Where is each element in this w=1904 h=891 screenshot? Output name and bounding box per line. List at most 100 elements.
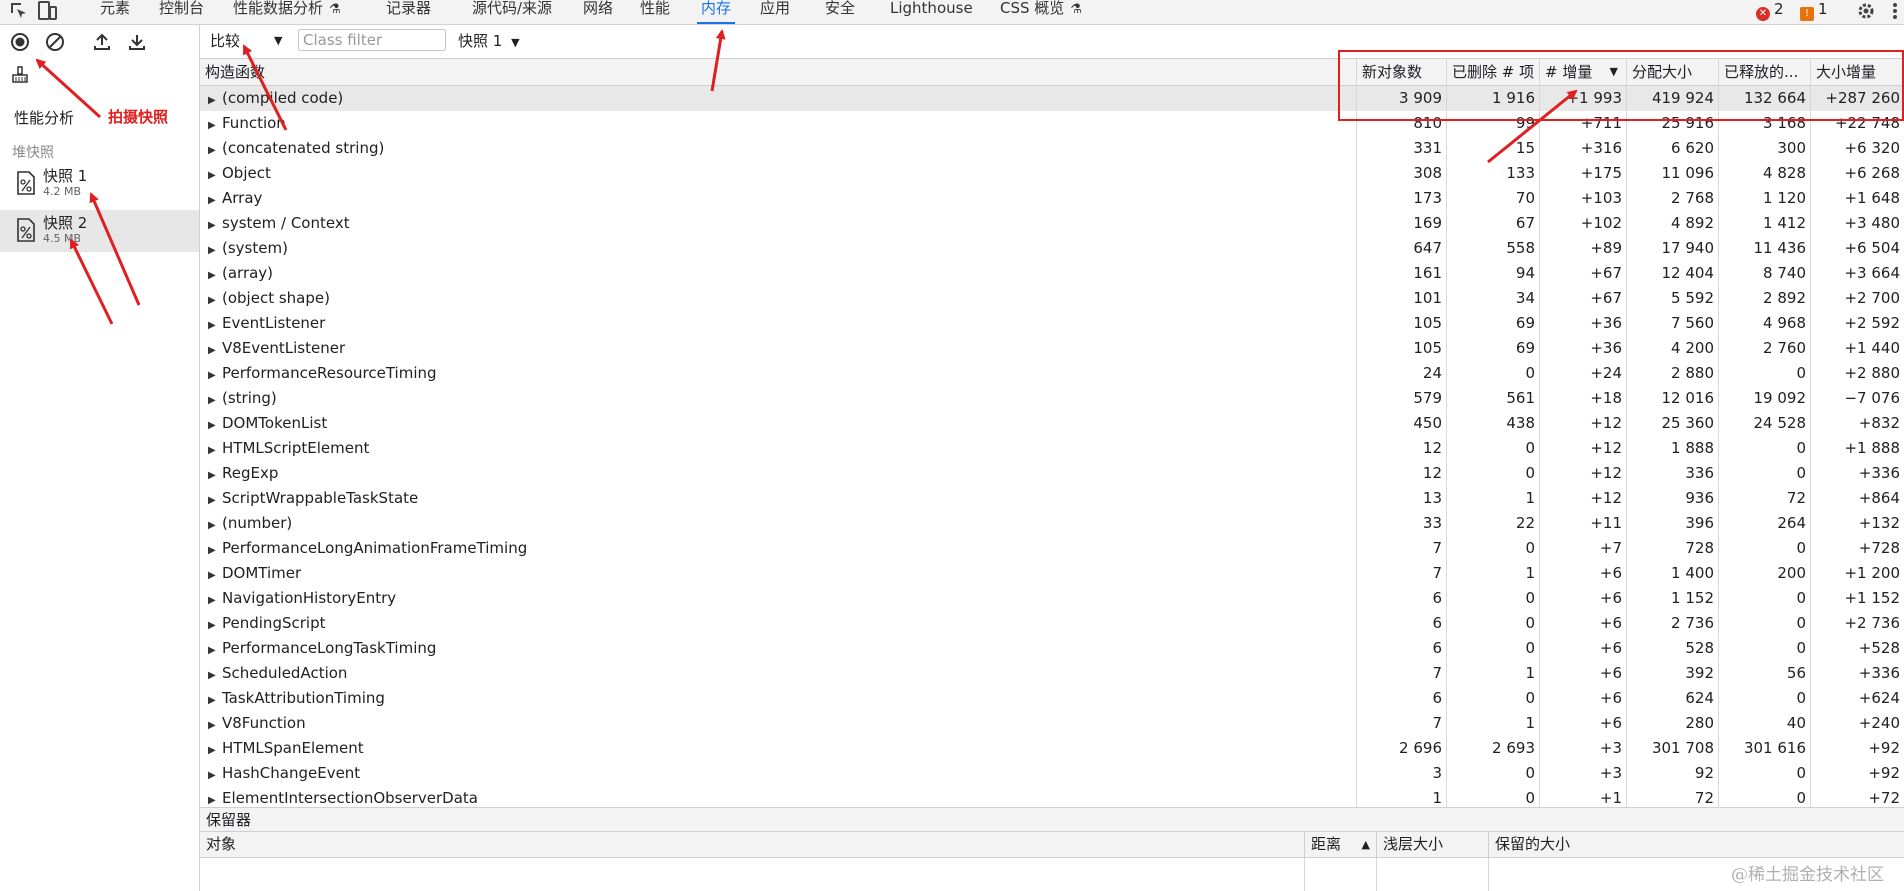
table-row[interactable]: ▶ PerformanceResourceTiming 24 0 +24 2 880 0 +2… bbox=[200, 361, 1904, 386]
expand-triangle-icon[interactable]: ▶ bbox=[208, 338, 222, 361]
table-row[interactable]: ▶ Object 308 133 +175 11 096 4 828 +6 268 bbox=[200, 161, 1904, 186]
error-count-badge[interactable]: ✕ 2 bbox=[1756, 1, 1784, 21]
expand-triangle-icon[interactable]: ▶ bbox=[208, 213, 222, 236]
expand-triangle-icon[interactable]: ▶ bbox=[208, 713, 222, 736]
table-row[interactable]: ▶ ScheduledAction 7 1 +6 392 56 +336 bbox=[200, 661, 1904, 686]
expand-triangle-icon[interactable]: ▶ bbox=[208, 188, 222, 211]
class-filter-input[interactable] bbox=[298, 29, 446, 51]
table-row[interactable]: ▶ PendingScript 6 0 +6 2 736 0 +2 736 bbox=[200, 611, 1904, 636]
constructor-cell: ▶ PendingScript bbox=[200, 611, 1356, 636]
expand-triangle-icon[interactable]: ▶ bbox=[208, 163, 222, 186]
table-row[interactable]: ▶ (compiled code) 3 909 1 916 +1 993 419 924 1… bbox=[200, 86, 1904, 111]
table-row[interactable]: ▶ RegExp 12 0 +12 336 0 +336 bbox=[200, 461, 1904, 486]
column-header-label: 分配大小 bbox=[1632, 63, 1693, 81]
table-row[interactable]: ▶ HashChangeEvent 3 0 +3 92 0 +92 bbox=[200, 761, 1904, 786]
expand-triangle-icon[interactable]: ▶ bbox=[208, 738, 222, 761]
view-mode-select[interactable]: 比较 ▼ bbox=[210, 30, 290, 52]
table-row[interactable]: ▶ ScriptWrappableTaskState 13 1 +12 936 72 +864 bbox=[200, 486, 1904, 511]
expand-triangle-icon[interactable]: ▶ bbox=[208, 563, 222, 586]
column-header-0[interactable]: 构造函数 bbox=[200, 59, 1356, 85]
tab-7[interactable]: 内存 bbox=[696, 0, 736, 24]
tab-11[interactable]: CSS 概览 ⚗ bbox=[1000, 0, 1082, 24]
table-row[interactable]: ▶ ElementIntersectionObserverData 1 0 +1 72 0 +… bbox=[200, 786, 1904, 807]
expand-triangle-icon[interactable]: ▶ bbox=[208, 788, 222, 807]
save-profile-icon[interactable] bbox=[127, 32, 147, 52]
expand-triangle-icon[interactable]: ▶ bbox=[208, 438, 222, 461]
expand-triangle-icon[interactable]: ▶ bbox=[208, 688, 222, 711]
column-header-4[interactable]: 分配大小 bbox=[1626, 59, 1718, 85]
tab-8[interactable]: 应用 bbox=[760, 0, 790, 24]
expand-triangle-icon[interactable]: ▶ bbox=[208, 113, 222, 136]
tab-3[interactable]: 记录器 bbox=[386, 0, 431, 24]
table-row[interactable]: ▶ HTMLScriptElement 12 0 +12 1 888 0 +1 888 bbox=[200, 436, 1904, 461]
base-snapshot-select[interactable]: 快照 1 ▼ bbox=[458, 30, 520, 52]
clear-all-icon[interactable] bbox=[45, 32, 65, 52]
table-row[interactable]: ▶ PerformanceLongTaskTiming 6 0 +6 528 0 +528 bbox=[200, 636, 1904, 661]
table-row[interactable]: ▶ system / Context 169 67 +102 4 892 1 412 +3 4… bbox=[200, 211, 1904, 236]
tab-5[interactable]: 网络 bbox=[583, 0, 613, 24]
expand-triangle-icon[interactable]: ▶ bbox=[208, 588, 222, 611]
table-row[interactable]: ▶ (number) 33 22 +11 396 264 +132 bbox=[200, 511, 1904, 536]
column-header-1[interactable]: 新对象数 bbox=[1356, 59, 1446, 85]
tab-2[interactable]: 性能数据分析 ⚗ bbox=[233, 0, 341, 24]
retainers-column-header[interactable]: 对象 bbox=[200, 832, 1304, 857]
record-icon[interactable] bbox=[10, 32, 30, 52]
expand-triangle-icon[interactable]: ▶ bbox=[208, 513, 222, 536]
expand-triangle-icon[interactable]: ▶ bbox=[208, 313, 222, 336]
table-row[interactable]: ▶ (string) 579 561 +18 12 016 19 092 −7 076 bbox=[200, 386, 1904, 411]
tab-9[interactable]: 安全 bbox=[825, 0, 855, 24]
expand-triangle-icon[interactable]: ▶ bbox=[208, 488, 222, 511]
table-row[interactable]: ▶ V8Function 7 1 +6 280 40 +240 bbox=[200, 711, 1904, 736]
table-row[interactable]: ▶ HTMLSpanElement 2 696 2 693 +3 301 708 301 6… bbox=[200, 736, 1904, 761]
expand-triangle-icon[interactable]: ▶ bbox=[208, 463, 222, 486]
more-options-icon[interactable] bbox=[1884, 0, 1904, 22]
inspect-element-icon[interactable] bbox=[8, 0, 30, 22]
load-profile-icon[interactable] bbox=[92, 32, 112, 52]
table-row[interactable]: ▶ PerformanceLongAnimationFrameTiming 7 0 +7… bbox=[200, 536, 1904, 561]
expand-triangle-icon[interactable]: ▶ bbox=[208, 263, 222, 286]
retainers-column-header[interactable]: 距离 ▲ bbox=[1304, 832, 1376, 857]
expand-triangle-icon[interactable]: ▶ bbox=[208, 88, 222, 111]
expand-triangle-icon[interactable]: ▶ bbox=[208, 288, 222, 311]
expand-triangle-icon[interactable]: ▶ bbox=[208, 138, 222, 161]
table-row[interactable]: ▶ NavigationHistoryEntry 6 0 +6 1 152 0 +1 152 bbox=[200, 586, 1904, 611]
table-row[interactable]: ▶ V8EventListener 105 69 +36 4 200 2 760 +1 440 bbox=[200, 336, 1904, 361]
expand-triangle-icon[interactable]: ▶ bbox=[208, 238, 222, 261]
collect-garbage-icon[interactable] bbox=[10, 65, 30, 85]
table-row[interactable]: ▶ (concatenated string) 331 15 +316 6 620 300 +… bbox=[200, 136, 1904, 161]
table-row[interactable]: ▶ Array 173 70 +103 2 768 1 120 +1 648 bbox=[200, 186, 1904, 211]
column-header-2[interactable]: 已删除 # 项 bbox=[1446, 59, 1539, 85]
table-row[interactable]: ▶ (array) 161 94 +67 12 404 8 740 +3 664 bbox=[200, 261, 1904, 286]
tab-6[interactable]: 性能 bbox=[640, 0, 670, 24]
table-row[interactable]: ▶ EventListener 105 69 +36 7 560 4 968 +2 592 bbox=[200, 311, 1904, 336]
column-header-5[interactable]: 已释放的... bbox=[1718, 59, 1810, 85]
expand-triangle-icon[interactable]: ▶ bbox=[208, 538, 222, 561]
table-row[interactable]: ▶ DOMTokenList 450 438 +12 25 360 24 528 +832 bbox=[200, 411, 1904, 436]
expand-triangle-icon[interactable]: ▶ bbox=[208, 638, 222, 661]
tab-10[interactable]: Lighthouse bbox=[890, 0, 973, 24]
warning-count-badge[interactable]: ! 1 bbox=[1800, 1, 1828, 21]
retainers-column-header[interactable]: 保留的大小 bbox=[1488, 832, 1904, 857]
table-row[interactable]: ▶ TaskAttributionTiming 6 0 +6 624 0 +624 bbox=[200, 686, 1904, 711]
table-row[interactable]: ▶ (object shape) 101 34 +67 5 592 2 892 +2 700 bbox=[200, 286, 1904, 311]
expand-triangle-icon[interactable]: ▶ bbox=[208, 363, 222, 386]
value-cell: 2 892 bbox=[1763, 289, 1806, 307]
expand-triangle-icon[interactable]: ▶ bbox=[208, 388, 222, 411]
expand-triangle-icon[interactable]: ▶ bbox=[208, 413, 222, 436]
column-header-3[interactable]: # 增量 ▼ bbox=[1539, 59, 1626, 85]
expand-triangle-icon[interactable]: ▶ bbox=[208, 663, 222, 686]
expand-triangle-icon[interactable]: ▶ bbox=[208, 763, 222, 786]
table-row[interactable]: ▶ Function 810 99 +711 25 916 3 168 +22 748 bbox=[200, 111, 1904, 136]
tab-0[interactable]: 元素 bbox=[100, 0, 130, 24]
settings-gear-icon[interactable] bbox=[1855, 0, 1877, 22]
table-row[interactable]: ▶ (system) 647 558 +89 17 940 11 436 +6 504 bbox=[200, 236, 1904, 261]
table-row[interactable]: ▶ DOMTimer 7 1 +6 1 400 200 +1 200 bbox=[200, 561, 1904, 586]
tab-1[interactable]: 控制台 bbox=[159, 0, 204, 24]
expand-triangle-icon[interactable]: ▶ bbox=[208, 613, 222, 636]
retainers-column-header[interactable]: 浅层大小 bbox=[1376, 832, 1488, 857]
tab-4[interactable]: 源代码/来源 bbox=[472, 0, 552, 24]
snapshot-item[interactable]: 快照 2 4.5 MB bbox=[0, 210, 199, 252]
snapshot-item[interactable]: 快照 1 4.2 MB bbox=[0, 163, 199, 205]
column-header-6[interactable]: 大小增量 bbox=[1810, 59, 1904, 85]
device-toolbar-icon[interactable] bbox=[36, 0, 58, 22]
